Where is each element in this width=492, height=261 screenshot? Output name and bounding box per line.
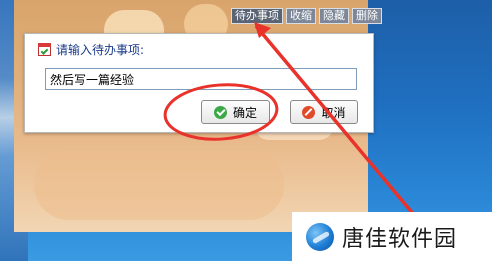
site-watermark: 唐佳软件园 bbox=[292, 212, 492, 261]
forbidden-circle-icon bbox=[302, 105, 316, 119]
delete-button[interactable]: 删除 bbox=[352, 8, 382, 24]
dialog-header: 请输入待办事项: bbox=[38, 41, 144, 58]
ok-button-label: 确定 bbox=[232, 105, 257, 120]
check-circle-icon bbox=[213, 105, 227, 119]
todo-button[interactable]: 待办事项 bbox=[231, 8, 283, 24]
calendar-check-icon bbox=[38, 43, 51, 56]
globe-logo-icon bbox=[306, 222, 334, 251]
ok-button[interactable]: 确定 bbox=[201, 100, 270, 124]
collapse-button[interactable]: 收缩 bbox=[286, 8, 316, 24]
watermark-text: 唐佳软件园 bbox=[342, 226, 458, 252]
background-blur-3 bbox=[34, 150, 284, 220]
todo-input-field[interactable] bbox=[45, 68, 357, 90]
todo-input-dialog: 请输入待办事项: 确定 取消 bbox=[24, 33, 374, 133]
dialog-title: 请输入待办事项: bbox=[56, 43, 145, 57]
cancel-button-label: 取消 bbox=[321, 105, 346, 120]
hide-button[interactable]: 隐藏 bbox=[319, 8, 349, 24]
note-toolbar: 待办事项 收缩 隐藏 删除 bbox=[231, 8, 382, 24]
cancel-button[interactable]: 取消 bbox=[290, 100, 358, 124]
